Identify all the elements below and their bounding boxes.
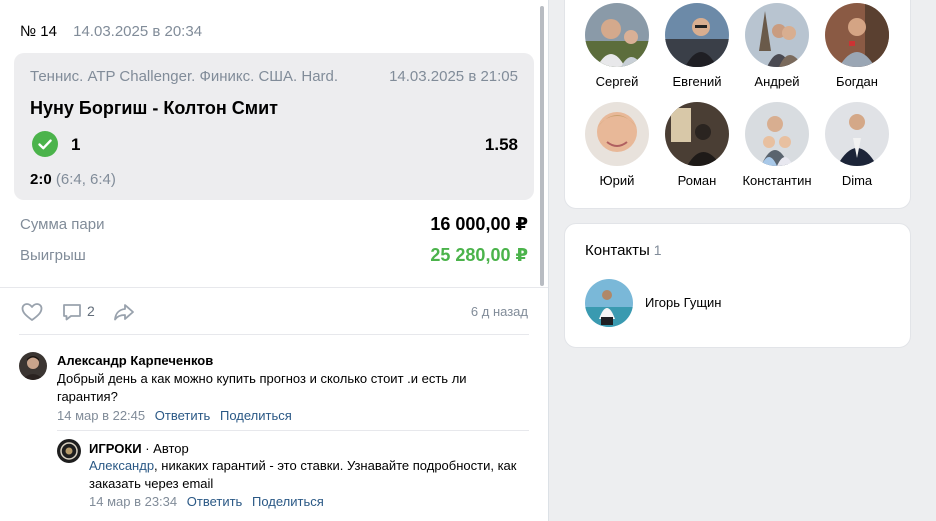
comment-meta: 14 мар в 23:34 Ответить Поделиться	[89, 494, 324, 509]
contact-name: Игорь Гущин	[645, 295, 722, 310]
friend-item[interactable]: Константин	[737, 102, 817, 188]
avatar	[825, 3, 889, 67]
reply-link[interactable]: Ответить	[187, 494, 243, 509]
avatar	[585, 3, 649, 67]
bet-score-sets: (6:4, 6:4)	[55, 171, 116, 188]
friend-name: Евгений	[672, 74, 722, 89]
bet-outcome: 1	[71, 135, 81, 154]
friend-item[interactable]: Андрей	[737, 3, 817, 89]
post-card: № 14 14.03.2025 в 20:34 Теннис. ATP Chal…	[0, 0, 549, 521]
contacts-count: 1	[653, 242, 662, 258]
bet-league: Теннис. ATP Challenger. Финикс. США. Har…	[30, 68, 339, 85]
stake-value: 16 000,00 ₽	[430, 214, 528, 234]
author-role: · Автор	[141, 441, 189, 456]
divider	[57, 430, 529, 431]
friend-name: Константин	[742, 173, 812, 188]
friend-name: Андрей	[754, 74, 800, 89]
comment-author[interactable]: Александр Карпеченков	[57, 353, 213, 368]
comment-count[interactable]: 2	[87, 303, 95, 319]
avatar	[585, 102, 649, 166]
avatar	[665, 102, 729, 166]
friend-name: Юрий	[599, 173, 635, 188]
divider	[0, 287, 548, 288]
friends-panel: Сергей Евгений Андрей Богдан Юрий Роман	[564, 0, 911, 209]
share-link[interactable]: Поделиться	[220, 408, 292, 423]
contacts-header[interactable]: Контакты 1	[585, 242, 662, 259]
comment-author-name[interactable]: ИГРОКИ	[89, 441, 142, 456]
reply-link[interactable]: Ответить	[155, 408, 211, 423]
heart-icon[interactable]	[20, 300, 44, 324]
comment-time[interactable]: 14 мар в 23:34	[89, 494, 177, 509]
bet-score: 2:0 (6:4, 6:4)	[30, 171, 116, 188]
comment-author: ИГРОКИ · Автор	[89, 441, 189, 456]
comment-meta: 14 мар в 22:45 Ответить Поделиться	[57, 408, 292, 423]
bet-event-time: 14.03.2025 в 21:05	[389, 68, 518, 85]
bet-score-total: 2:0	[30, 171, 52, 188]
post-time-ago[interactable]: 6 д назад	[471, 304, 528, 319]
win-label: Выигрыш	[20, 247, 86, 264]
comment-time[interactable]: 14 мар в 22:45	[57, 408, 145, 423]
avatar	[745, 3, 809, 67]
avatar	[585, 279, 633, 327]
stake-label: Сумма пари	[20, 216, 105, 233]
contacts-panel: Контакты 1 Игорь Гущин	[564, 223, 911, 348]
comment-text: Добрый день а как можно купить прогноз и…	[57, 371, 467, 404]
friend-name: Богдан	[836, 74, 878, 89]
friend-item[interactable]: Сергей	[577, 3, 657, 89]
comment-body: , никаких гарантий - это ставки. Узнавай…	[89, 458, 517, 491]
avatar	[665, 3, 729, 67]
check-circle-icon	[32, 131, 58, 157]
comment-text: Александр, никаких гарантий - это ставки…	[89, 457, 529, 493]
comment-reply: ИГРОКИ · Автор Александр, никаких гарант…	[57, 439, 529, 519]
friend-item[interactable]: Юрий	[577, 102, 657, 188]
win-value: 25 280,00 ₽	[430, 245, 528, 265]
friend-name: Роман	[677, 173, 717, 188]
friend-item[interactable]: Евгений	[657, 3, 737, 89]
avatar	[825, 102, 889, 166]
post-date[interactable]: 14.03.2025 в 20:34	[73, 23, 202, 40]
avatar	[745, 102, 809, 166]
friend-name: Сергей	[595, 74, 639, 89]
friend-name: Dima	[841, 173, 873, 188]
mention-link[interactable]: Александр	[89, 458, 154, 473]
comment-icon[interactable]	[60, 300, 84, 324]
share-arrow-icon[interactable]	[112, 300, 136, 324]
bet-coefficient: 1.58	[484, 135, 518, 154]
divider	[19, 334, 529, 335]
contacts-title: Контакты	[585, 242, 650, 259]
friend-item[interactable]: Богдан	[817, 3, 897, 89]
post-header: № 14 14.03.2025 в 20:34	[20, 23, 202, 40]
share-link[interactable]: Поделиться	[252, 494, 324, 509]
scrollbar[interactable]	[540, 6, 544, 286]
friend-item[interactable]: Роман	[657, 102, 737, 188]
bet-card: Теннис. ATP Challenger. Финикс. США. Har…	[14, 53, 534, 200]
post-number: № 14	[20, 23, 57, 40]
bet-match-title: Нуну Боргиш - Колтон Смит	[30, 98, 278, 118]
comment: Александр Карпеченков Добрый день а как …	[19, 352, 529, 432]
friend-item[interactable]: Dima	[817, 102, 897, 188]
avatar[interactable]	[19, 352, 47, 380]
avatar[interactable]	[57, 439, 81, 463]
